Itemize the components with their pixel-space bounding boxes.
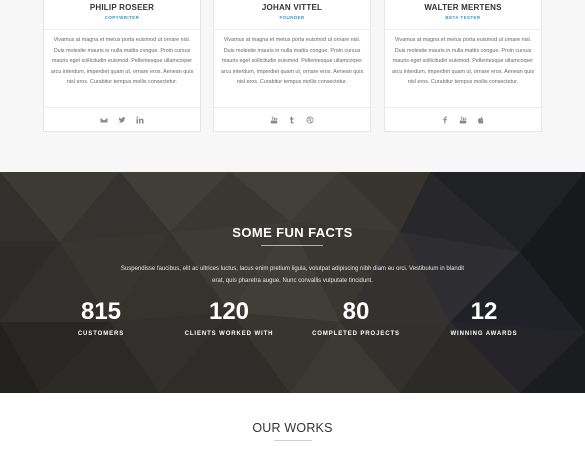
team-card-johan: JOHAN VITTEL FOUNDER Vivamus at magna et… bbox=[213, 0, 371, 132]
card-divider bbox=[214, 107, 370, 108]
dribbble-icon[interactable] bbox=[306, 115, 315, 124]
envelope-icon[interactable] bbox=[100, 115, 109, 124]
title-underline bbox=[261, 245, 323, 246]
stat-projects: 80 COMPLETED PROJECTS bbox=[283, 296, 429, 337]
social-links bbox=[44, 115, 200, 124]
member-bio: Vivamus at magna et metus porta euismod … bbox=[391, 37, 535, 86]
stat-value: 80 bbox=[342, 298, 370, 325]
stat-customers: 815 CUSTOMERS bbox=[28, 296, 174, 337]
tumblr-icon[interactable] bbox=[288, 115, 297, 124]
card-divider bbox=[385, 29, 541, 30]
stat-value: 120 bbox=[208, 298, 250, 325]
member-name: JOHAN VITTEL bbox=[261, 3, 323, 12]
our-works-title: OUR WORKS bbox=[252, 421, 333, 435]
youtube-icon[interactable] bbox=[459, 115, 468, 124]
team-card-walter: WALTER MERTENS BETA TESTER Vivamus at ma… bbox=[384, 0, 542, 132]
member-role: COPYWRITER bbox=[104, 15, 140, 20]
card-divider bbox=[214, 29, 370, 30]
member-role: BETA TESTER bbox=[445, 15, 481, 20]
team-card-philip: PHILIP ROSEER COPYWRITER Vivamus at magn… bbox=[43, 0, 201, 132]
stat-label: CUSTOMERS bbox=[77, 331, 125, 337]
card-divider bbox=[385, 107, 541, 108]
stat-label: WINNING AWARDS bbox=[450, 331, 518, 337]
member-name: WALTER MERTENS bbox=[424, 3, 502, 12]
social-links bbox=[214, 115, 370, 124]
stat-clients: 120 CLIENTS WORKED WITH bbox=[156, 296, 302, 337]
member-role: FOUNDER bbox=[279, 15, 305, 20]
fun-facts-description: Suspendisse faucibus, elit ac ultrices l… bbox=[120, 266, 465, 284]
stat-value: 12 bbox=[470, 298, 498, 325]
card-divider bbox=[44, 107, 200, 108]
fun-facts-section: SOME FUN FACTS Suspendisse faucibus, eli… bbox=[0, 172, 585, 393]
member-name: PHILIP ROSEER bbox=[89, 3, 155, 12]
team-section: PHILIP ROSEER COPYWRITER Vivamus at magn… bbox=[0, 0, 585, 172]
stat-value: 815 bbox=[80, 298, 122, 325]
member-bio: Vivamus at magna et metus porta euismod … bbox=[220, 37, 364, 86]
stat-label: CLIENTS WORKED WITH bbox=[184, 331, 274, 337]
member-bio: Vivamus at magna et metus porta euismod … bbox=[50, 37, 194, 86]
twitter-icon[interactable] bbox=[118, 115, 127, 124]
stat-label: COMPLETED PROJECTS bbox=[312, 331, 400, 337]
youtube-icon[interactable] bbox=[270, 115, 279, 124]
stat-awards: 12 WINNING AWARDS bbox=[411, 296, 557, 337]
card-divider bbox=[44, 29, 200, 30]
title-underline bbox=[274, 440, 312, 441]
social-links bbox=[385, 115, 541, 124]
fun-facts-title: SOME FUN FACTS bbox=[232, 225, 353, 240]
apple-icon[interactable] bbox=[477, 115, 486, 124]
our-works-section: OUR WORKS bbox=[0, 393, 585, 456]
linkedin-icon[interactable] bbox=[136, 115, 145, 124]
facebook-icon[interactable] bbox=[441, 115, 450, 124]
